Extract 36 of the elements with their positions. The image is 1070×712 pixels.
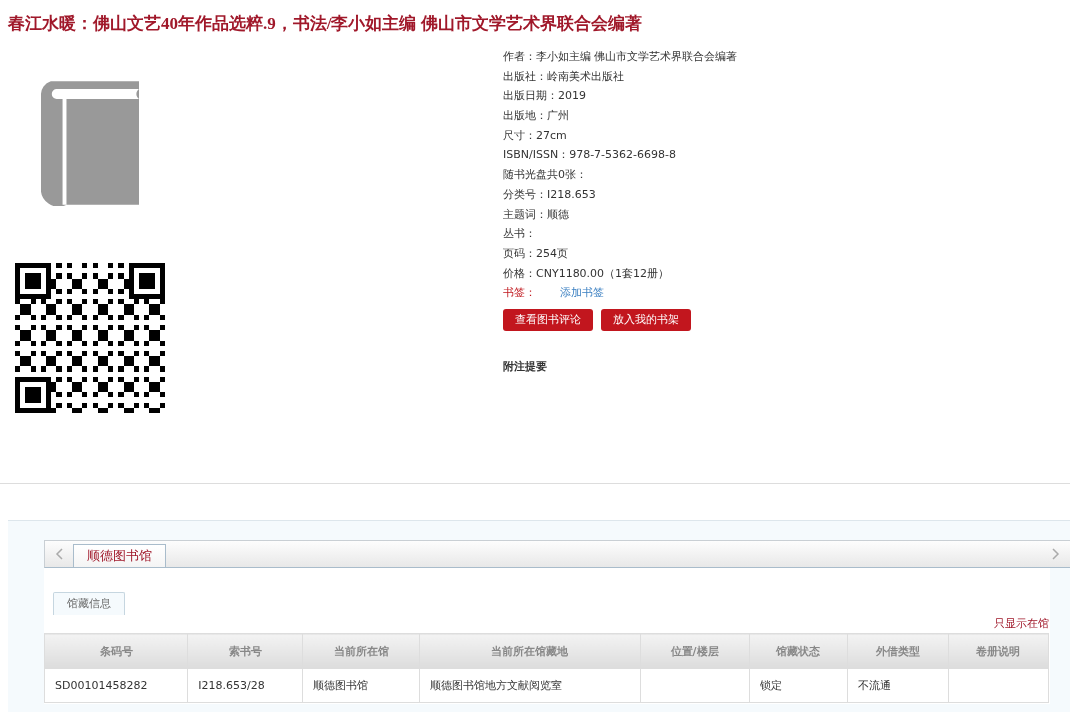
detail-text: ISBN/ISSN：978-7-5362-6698-8: [503, 148, 676, 162]
table-cell: I218.653/28: [187, 668, 303, 703]
info-tab[interactable]: 馆藏信息: [53, 592, 125, 615]
column-header: 卷册说明: [948, 633, 1049, 669]
bookmark-label: 书签：: [503, 286, 536, 300]
action-button[interactable]: 放入我的书架: [601, 308, 691, 331]
detail-text: 出版日期：2019: [503, 89, 586, 103]
detail-text: 出版地：广州: [503, 109, 569, 123]
column-header: 条码号: [44, 633, 188, 669]
detail-text: 随书光盘共0张：: [503, 168, 587, 182]
detail-text: 价格：CNY1180.00（1套12册）: [503, 266, 670, 280]
detail-text: 主题词：顺德: [503, 207, 569, 221]
column-header: 当前所在馆藏地: [419, 633, 641, 669]
column-header: 当前所在馆: [302, 633, 420, 669]
detail-text: 页码：254页: [503, 246, 568, 260]
action-button[interactable]: 查看图书评论: [503, 308, 593, 331]
column-header: 位置/楼层: [640, 633, 750, 669]
library-tab[interactable]: 顺德图书馆: [73, 544, 166, 567]
table-cell: 锁定: [749, 668, 848, 703]
filter-link[interactable]: 只显示在馆: [994, 617, 1049, 630]
detail-text: 尺寸：27cm: [503, 128, 567, 142]
table-cell: 顺德图书馆: [302, 668, 420, 703]
book-title: 春江水暖：佛山文艺40年作品选粹.9，书法/李小如主编 佛山市文学艺术界联合会编著: [7, 13, 643, 35]
column-header: 馆藏状态: [749, 633, 848, 669]
table-cell: 不流通: [847, 668, 949, 703]
table-cell: SD00101458282: [44, 668, 188, 703]
add-bookmark-link[interactable]: 添加书签: [560, 286, 604, 300]
detail-text: 分类号：I218.653: [503, 187, 596, 201]
detail-text: 作者：李小如主编 佛山市文学艺术界联合会编著: [503, 50, 738, 63]
detail-text: 丛书：: [503, 227, 536, 241]
column-header: 索书号: [187, 633, 303, 669]
column-header: 外借类型: [847, 633, 949, 669]
table-cell: 顺德图书馆地方文献阅览室: [419, 668, 641, 703]
notes-heading: 附注提要: [503, 358, 548, 374]
detail-text: 出版社：岭南美术出版社: [503, 69, 624, 83]
book-icon: [41, 80, 139, 206]
